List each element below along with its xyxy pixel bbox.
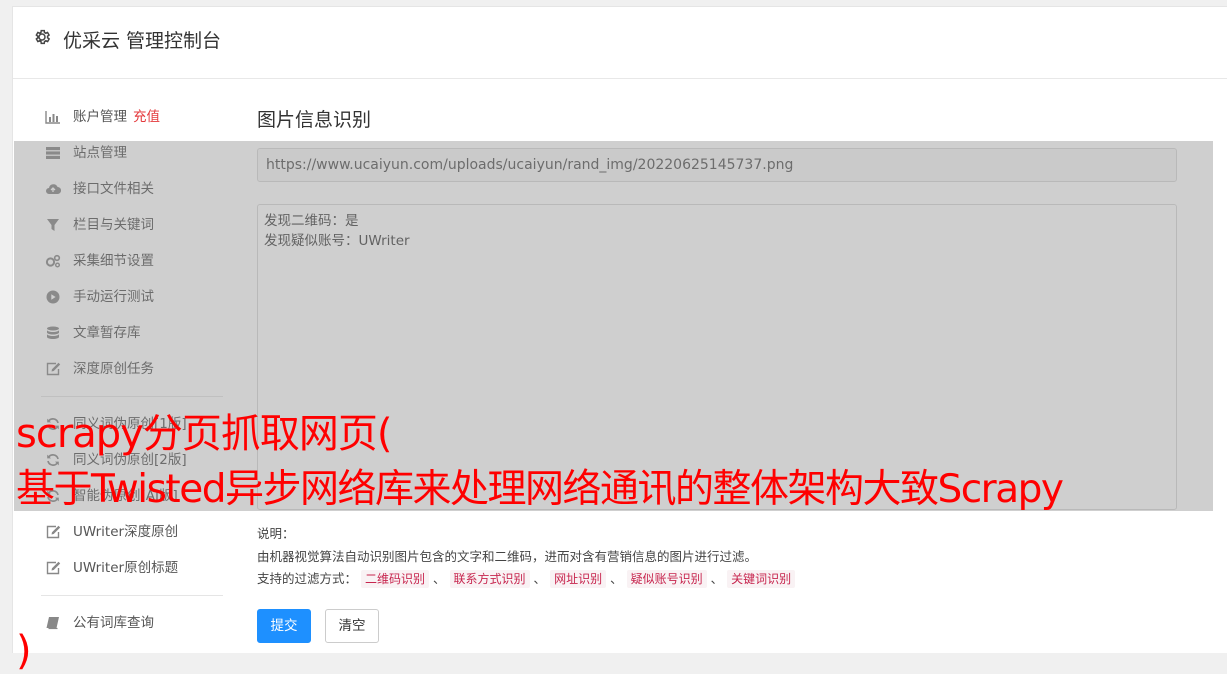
filter-icon [47,219,59,231]
sidebar-item-label: UWriter深度原创 [73,524,179,540]
console-panel: 优采云 管理控制台 账户管理 充值 站点管理 接口文件相关 栏目与关键词 采集细… [12,6,1227,653]
sidebar-item-label: 同义词伪原创[1版] [73,416,187,432]
sidebar-item-columns-keywords[interactable]: 栏目与关键词 [41,207,223,243]
result-line: 发现二维码：是 [264,213,359,229]
book-icon [46,617,59,630]
cogs-icon [45,254,61,268]
result-line: 发现疑似账号：UWriter [264,233,410,249]
sidebar-item-synonym-v2[interactable]: 同义词伪原创[2版] [41,442,223,478]
filter-prefix: 支持的过滤方式： [257,571,358,586]
recharge-link[interactable]: 充值 [133,109,160,125]
edit-icon [46,525,61,539]
tag-separator: 、 [710,571,724,586]
sidebar-item-collect-settings[interactable]: 采集细节设置 [41,243,223,279]
sidebar-item-interface-files[interactable]: 接口文件相关 [41,171,223,207]
sidebar-item-label: 接口文件相关 [73,181,154,197]
filter-tag: 联系方式识别 [449,570,530,588]
sidebar-item-uwriter-title[interactable]: UWriter原创标题 [41,550,223,586]
submit-button[interactable]: 提交 [257,609,311,643]
cloud-upload-icon [46,184,61,195]
sidebar: 账户管理 充值 站点管理 接口文件相关 栏目与关键词 采集细节设置 手动运行测试… [41,99,223,641]
sidebar-item-sites[interactable]: 站点管理 [41,135,223,171]
server-icon [46,147,60,159]
image-url-input[interactable]: https://www.ucaiyun.com/uploads/ucaiyun/… [257,148,1177,182]
sidebar-item-label: 同义词伪原创[2版] [73,452,187,468]
refresh-icon [47,454,59,466]
sidebar-item-deep-original-task[interactable]: 深度原创任务 [41,351,223,387]
help-section: 说明： 由机器视觉算法自动识别图片包含的文字和二维码，进而对含有营销信息的图片进… [257,523,796,591]
edit-icon [46,561,61,575]
filter-tag: 疑似账号识别 [626,570,707,588]
sidebar-item-synonym-v1[interactable]: 同义词伪原创[1版] [41,406,223,442]
gear-icon [35,29,51,45]
sidebar-item-ai-rewrite[interactable]: 智能伪原创[AI版] [41,478,223,514]
sidebar-item-label: 站点管理 [73,145,127,161]
sidebar-divider [41,396,223,397]
help-description: 由机器视觉算法自动识别图片包含的文字和二维码，进而对含有营销信息的图片进行过滤。 [257,548,758,564]
sidebar-divider [41,595,223,596]
sidebar-item-uwriter-deep[interactable]: UWriter深度原创 [41,514,223,550]
filter-tag: 二维码识别 [361,570,430,588]
sidebar-item-manual-test[interactable]: 手动运行测试 [41,279,223,315]
section-title: 图片信息识别 [257,109,372,131]
page-header: 优采云 管理控制台 [13,7,1227,79]
tag-separator: 、 [610,571,623,586]
sidebar-item-label: 公有词库查询 [73,615,154,631]
sidebar-item-label: 账户管理 [73,109,127,125]
database-icon [47,326,59,339]
sidebar-item-public-lexicon[interactable]: 公有词库查询 [41,605,223,641]
refresh-icon [47,418,59,430]
tag-separator: 、 [533,571,547,586]
main-content: 图片信息识别 https://www.ucaiyun.com/uploads/u… [257,105,1177,643]
sidebar-item-label: 深度原创任务 [73,361,154,377]
play-circle-icon [46,290,60,304]
refresh-icon [47,490,59,502]
sidebar-item-article-store[interactable]: 文章暂存库 [41,315,223,351]
help-label: 说明： [257,526,295,541]
tag-separator: 、 [433,571,446,586]
page-title: 优采云 管理控制台 [63,30,222,52]
result-textarea[interactable]: 发现二维码：是 发现疑似账号：UWriter [257,204,1177,510]
clear-button[interactable]: 清空 [325,609,379,643]
sidebar-item-label: 手动运行测试 [73,289,154,305]
filter-methods: 支持的过滤方式： 二维码识别、联系方式识别、网址识别、疑似账号识别、关键词识别 [257,568,796,591]
sidebar-item-label: UWriter原创标题 [73,560,179,576]
edit-icon [46,362,61,376]
bar-chart-icon [45,111,60,124]
sidebar-item-account[interactable]: 账户管理 充值 [41,99,223,135]
filter-tag: 关键词识别 [727,570,796,588]
filter-tag: 网址识别 [550,570,607,588]
sidebar-item-label: 智能伪原创[AI版] [73,488,178,504]
sidebar-item-label: 栏目与关键词 [73,217,154,233]
sidebar-item-label: 文章暂存库 [73,325,141,341]
sidebar-item-label: 采集细节设置 [73,253,154,269]
